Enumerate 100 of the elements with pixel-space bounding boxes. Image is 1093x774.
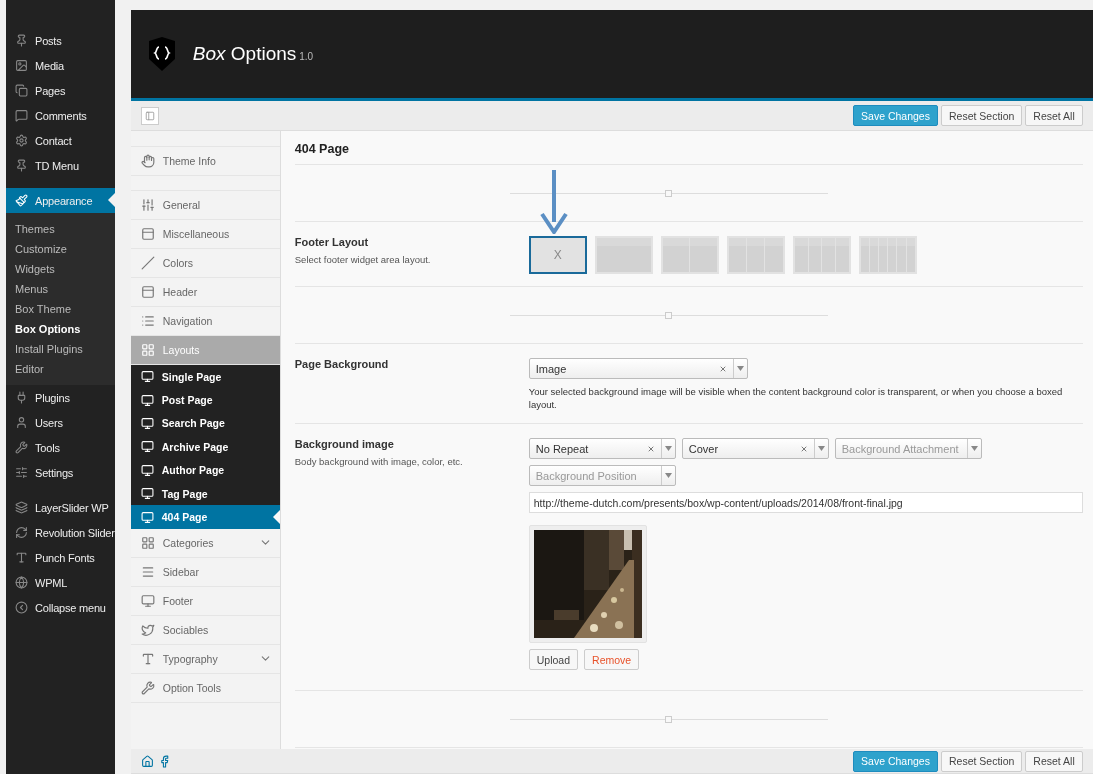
select-field[interactable]: Cover	[681, 438, 829, 459]
caret-icon	[736, 366, 744, 371]
nav-icon	[140, 198, 155, 212]
options-nav-item[interactable]: Typography	[130, 644, 280, 674]
monitor-icon	[140, 416, 154, 430]
menu-icon	[15, 134, 28, 147]
options-nav-subitem[interactable]: Archive Page	[130, 435, 280, 459]
clear-icon[interactable]	[646, 444, 655, 453]
options-nav-item[interactable]: Theme Info	[130, 147, 280, 176]
menu-item[interactable]: Tools	[6, 435, 115, 460]
nav-icon	[140, 154, 155, 168]
help-text: Your selected background image will be visible when the content background color is transparent, or when you choose a boxed layout.	[528, 385, 1064, 411]
menu-item[interactable]: Pages	[6, 78, 115, 103]
options-nav-item[interactable]: Option Tools	[130, 673, 280, 703]
submenu-item[interactable]: Themes	[6, 219, 115, 239]
arrow-drawing	[538, 170, 569, 234]
menu-icon	[15, 551, 28, 564]
menu-item[interactable]: Posts	[6, 28, 115, 53]
menu-icon	[15, 194, 28, 207]
url-field[interactable]: http://theme-dutch.com/presents/box/wp-content/uploads/2014/08/front-final.jpg	[528, 492, 1083, 513]
toolbar-button[interactable]: Reset All	[1025, 105, 1083, 126]
submenu-item[interactable]: Editor	[6, 359, 115, 379]
monitor-icon	[140, 393, 154, 407]
menu-item[interactable]: LayerSlider WP	[6, 495, 115, 520]
options-nav-subitem[interactable]: Tag Page	[130, 481, 280, 506]
menu-icon	[15, 391, 28, 404]
nav-icon	[140, 680, 155, 695]
menu-icon	[15, 59, 28, 72]
field-description: Select footer widget area layout.	[294, 254, 432, 265]
menu-icon	[15, 84, 28, 97]
menu-icon	[15, 526, 28, 539]
menu-item[interactable]: Collapse menu	[6, 595, 115, 620]
submenu-item[interactable]: Widgets	[6, 259, 115, 279]
menu-item[interactable]: Appearance	[6, 188, 115, 213]
submenu-item[interactable]: Menus	[6, 279, 115, 299]
options-nav-item[interactable]: Footer	[130, 586, 280, 616]
submenu-item[interactable]: Customize	[6, 239, 115, 259]
field-description: Body background with image, color, etc.	[294, 456, 464, 467]
options-nav-subitem[interactable]: 404 Page	[130, 505, 280, 529]
menu-item[interactable]: Plugins	[6, 385, 115, 410]
menu-icon	[15, 466, 28, 479]
submenu-item[interactable]: Box Options	[6, 319, 115, 339]
submenu-item[interactable]: Box Theme	[6, 299, 115, 319]
options-nav-subitem[interactable]: Search Page	[130, 411, 280, 436]
menu-item[interactable]: WPML	[6, 570, 115, 595]
nav-icon	[140, 314, 155, 328]
monitor-icon	[140, 440, 154, 454]
footer-button[interactable]: Reset All	[1025, 750, 1083, 772]
home-icon[interactable]	[140, 754, 154, 768]
monitor-icon	[140, 510, 154, 524]
options-nav-item[interactable]: Categories	[130, 528, 280, 558]
menu-item[interactable]: Users	[6, 410, 115, 435]
nav-icon	[140, 343, 155, 357]
options-nav-item[interactable]: Header	[130, 278, 280, 307]
options-nav-item[interactable]: Sociables	[130, 615, 280, 645]
remove-button[interactable]: Remove	[584, 649, 640, 670]
monitor-icon	[140, 370, 154, 384]
clear-icon[interactable]	[799, 444, 808, 453]
menu-icon	[15, 576, 28, 589]
select-field[interactable]: Image	[528, 358, 748, 379]
field-label: Background image	[294, 438, 395, 450]
menu-item[interactable]: TD Menu	[6, 153, 115, 178]
options-nav-subitem[interactable]: Single Page	[130, 365, 280, 389]
options-nav-subitem[interactable]: Author Page	[130, 458, 280, 482]
nav-icon	[140, 564, 155, 579]
caret-icon	[970, 446, 978, 451]
options-nav-item[interactable]: Colors	[130, 249, 280, 278]
menu-icon	[15, 34, 28, 47]
field-label: Footer Layout	[294, 236, 370, 248]
menu-item[interactable]: Comments	[6, 103, 115, 128]
clear-icon[interactable]	[718, 364, 727, 373]
monitor-icon	[140, 463, 154, 477]
nav-icon	[140, 593, 155, 608]
menu-icon	[15, 441, 28, 454]
menu-icon	[15, 109, 28, 122]
menu-icon	[15, 601, 28, 614]
menu-item[interactable]: Revolution Slider	[6, 520, 115, 545]
toolbar-button[interactable]: Reset Section	[940, 105, 1023, 126]
options-title: Box Options 1.0	[192, 43, 314, 65]
section-title: 404 Page	[294, 131, 1083, 165]
menu-item[interactable]: Contact	[6, 128, 115, 153]
nav-icon	[140, 535, 155, 550]
field-label: Page Background	[294, 358, 390, 370]
menu-item[interactable]: Settings	[6, 460, 115, 485]
options-nav-subitem[interactable]: Post Page	[130, 388, 280, 412]
menu-item[interactable]: Punch Fonts	[6, 545, 115, 570]
upload-button[interactable]: Upload	[528, 649, 579, 670]
caret-icon	[817, 446, 825, 451]
select-field[interactable]: No Repeat	[528, 438, 676, 459]
options-nav-item[interactable]: General	[130, 191, 280, 220]
menu-icon	[15, 159, 28, 172]
nav-icon	[140, 256, 155, 270]
nav-icon	[140, 651, 155, 666]
footer-button[interactable]: Reset Section	[940, 750, 1023, 772]
options-nav-item[interactable]: Miscellaneous	[130, 220, 280, 249]
layout-toggle-icon[interactable]	[140, 106, 159, 125]
options-nav-item[interactable]: Sidebar	[130, 557, 280, 587]
monitor-icon	[140, 487, 154, 501]
submenu-item[interactable]: Install Plugins	[6, 339, 115, 359]
menu-item[interactable]: Media	[6, 53, 115, 78]
